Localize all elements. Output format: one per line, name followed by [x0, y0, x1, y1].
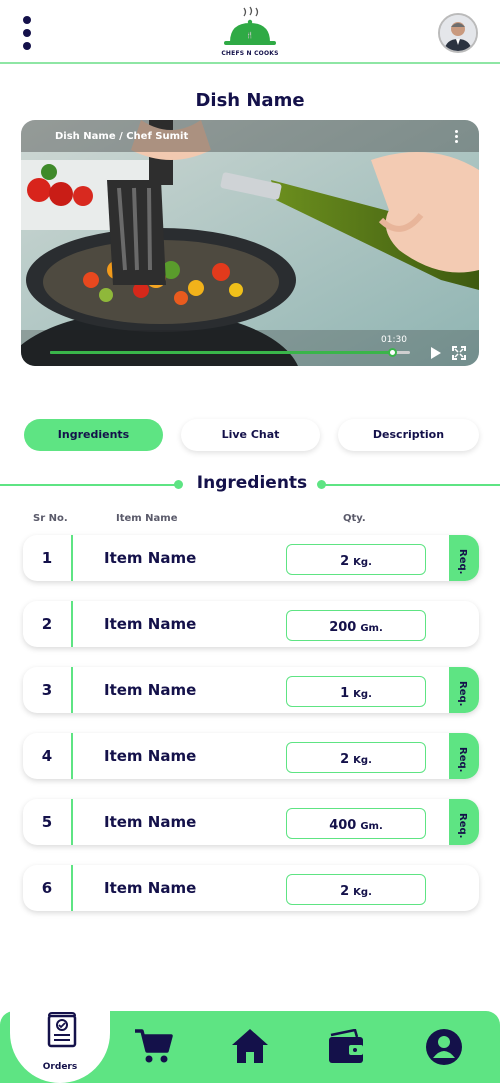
column-header-item-name: Item Name — [116, 513, 178, 524]
page-title: Dish Name — [195, 90, 305, 111]
row-number: 4 — [23, 733, 73, 779]
fullscreen-icon[interactable] — [452, 346, 466, 360]
quantity-unit: Kg. — [353, 887, 372, 898]
section-title: Ingredients — [196, 473, 308, 493]
item-name: Item Name — [104, 615, 197, 633]
video-options-icon[interactable] — [455, 130, 461, 144]
required-tag: Req. — [449, 733, 479, 779]
ingredient-row: 1 Item Name 2 Kg. Req. — [23, 535, 479, 581]
video-player[interactable]: Dish Name / Chef Sumit 01:30 — [21, 120, 479, 366]
item-name: Item Name — [104, 747, 197, 765]
row-number: 1 — [23, 535, 73, 581]
wallet-icon[interactable] — [327, 1029, 365, 1065]
home-icon[interactable] — [230, 1027, 270, 1065]
quantity-box: 1 Kg. — [286, 676, 426, 707]
row-number: 2 — [23, 601, 73, 647]
ingredient-row: 4 Item Name 2 Kg. Req. — [23, 733, 479, 779]
ingredient-row: 6 Item Name 2 Kg. — [23, 865, 479, 911]
seek-bar-handle[interactable] — [388, 348, 397, 357]
nav-orders-label: Orders — [42, 1062, 78, 1072]
required-label: Req. — [457, 549, 468, 575]
video-time: 01:30 — [381, 335, 407, 345]
chefs-n-cooks-logo: 🍴 CHEFS N COOKS — [215, 6, 285, 58]
section-divider-dot-left — [174, 480, 183, 489]
quantity-value: 2 — [340, 884, 350, 899]
tab-live-chat[interactable]: Live Chat — [181, 419, 320, 451]
nav-orders[interactable]: Orders — [10, 1000, 110, 1083]
required-label: Req. — [457, 813, 468, 839]
quantity-box: 400 Gm. — [286, 808, 426, 839]
required-tag: Req. — [449, 667, 479, 713]
quantity-value: 2 — [340, 554, 350, 569]
section-divider-right — [321, 484, 500, 486]
quantity-box: 200 Gm. — [286, 610, 426, 641]
logo-text: CHEFS N COOKS — [221, 50, 279, 57]
ingredient-row: 3 Item Name 1 Kg. Req. — [23, 667, 479, 713]
video-top-bar: Dish Name / Chef Sumit — [21, 120, 479, 152]
orders-icon — [47, 1012, 77, 1048]
quantity-box: 2 Kg. — [286, 742, 426, 773]
quantity-value: 200 — [329, 620, 357, 635]
ingredient-row: 5 Item Name 400 Gm. Req. — [23, 799, 479, 845]
item-name: Item Name — [104, 813, 197, 831]
row-number: 3 — [23, 667, 73, 713]
item-name: Item Name — [104, 549, 197, 567]
required-label: Req. — [457, 681, 468, 707]
quantity-box: 2 Kg. — [286, 874, 426, 905]
quantity-unit: Kg. — [353, 755, 372, 766]
kebab-menu-icon[interactable] — [20, 16, 36, 50]
play-icon[interactable] — [430, 346, 442, 360]
section-divider-left — [0, 484, 178, 486]
item-name: Item Name — [104, 879, 197, 897]
app-header: 🍴 CHEFS N COOKS — [0, 0, 500, 64]
video-seek-bar[interactable] — [50, 348, 410, 357]
cart-icon[interactable] — [133, 1027, 173, 1065]
tab-ingredients[interactable]: Ingredients — [24, 419, 163, 451]
svg-text:🍴: 🍴 — [246, 31, 253, 39]
quantity-value: 1 — [340, 686, 350, 701]
user-avatar[interactable] — [438, 13, 478, 53]
required-tag: Req. — [449, 535, 479, 581]
profile-icon[interactable] — [425, 1028, 463, 1066]
tab-description[interactable]: Description — [338, 419, 479, 451]
quantity-unit: Gm. — [360, 623, 383, 634]
column-header-sr-no: Sr No. — [33, 513, 68, 524]
quantity-box: 2 Kg. — [286, 544, 426, 575]
row-number: 6 — [23, 865, 73, 911]
seek-bar-progress — [50, 351, 392, 354]
quantity-value: 2 — [340, 752, 350, 767]
column-header-qty: Qty. — [343, 513, 366, 524]
video-controls-bar — [21, 330, 479, 366]
row-number: 5 — [23, 799, 73, 845]
video-caption: Dish Name / Chef Sumit — [55, 131, 189, 142]
quantity-unit: Gm. — [360, 821, 383, 832]
item-name: Item Name — [104, 681, 197, 699]
quantity-unit: Kg. — [353, 689, 372, 700]
required-label: Req. — [457, 747, 468, 773]
required-tag: Req. — [449, 799, 479, 845]
ingredient-row: 2 Item Name 200 Gm. — [23, 601, 479, 647]
quantity-value: 400 — [329, 818, 357, 833]
quantity-unit: Kg. — [353, 557, 372, 568]
